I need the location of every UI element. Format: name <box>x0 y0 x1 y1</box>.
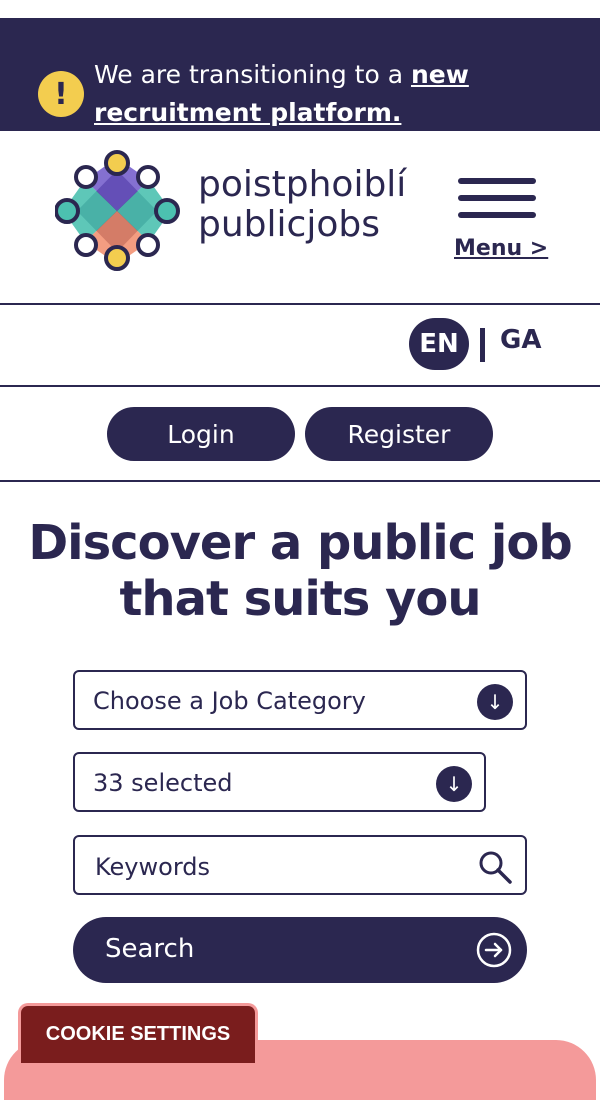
exclamation-icon: ! <box>38 71 84 117</box>
menu-button[interactable]: Menu > <box>454 236 548 261</box>
announcement-banner: ! We are transitioning to a new recruitm… <box>0 18 600 131</box>
cookie-settings-button[interactable]: COOKIE SETTINGS <box>18 1003 258 1063</box>
hero-title: Discover a public job that suits you <box>28 515 572 627</box>
keywords-field[interactable] <box>73 835 527 895</box>
search-button[interactable]: Search <box>73 917 527 983</box>
arrow-down-icon: ↓ <box>477 684 513 720</box>
publicjobs-logo[interactable] <box>55 150 180 272</box>
language-en-button[interactable]: EN <box>409 318 469 370</box>
announcement-message: We are transitioning to a <box>94 60 411 89</box>
divider <box>0 303 600 305</box>
keywords-input[interactable] <box>93 847 467 887</box>
brand-name-english: publicjobs <box>198 204 380 245</box>
hamburger-menu-icon[interactable] <box>458 178 536 229</box>
arrow-down-icon: ↓ <box>436 766 472 802</box>
search-icon[interactable] <box>477 849 513 885</box>
divider <box>0 385 600 387</box>
search-button-label: Search <box>105 934 195 964</box>
language-divider <box>480 328 485 362</box>
job-category-select[interactable]: Choose a Job Category ↓ <box>73 670 527 730</box>
brand-name[interactable]: poistphoiblí publicjobs <box>198 165 406 245</box>
brand-name-irish: poistphoiblí <box>198 164 407 205</box>
location-select[interactable]: 33 selected ↓ <box>73 752 486 812</box>
register-button[interactable]: Register <box>305 407 493 461</box>
arrow-right-circle-icon <box>476 932 512 968</box>
job-category-label: Choose a Job Category <box>93 687 366 715</box>
divider <box>0 480 600 482</box>
location-label: 33 selected <box>93 769 233 797</box>
login-button[interactable]: Login <box>107 407 295 461</box>
language-ga-button[interactable]: GA <box>500 325 541 355</box>
announcement-text: We are transitioning to a new recruitmen… <box>94 56 554 132</box>
